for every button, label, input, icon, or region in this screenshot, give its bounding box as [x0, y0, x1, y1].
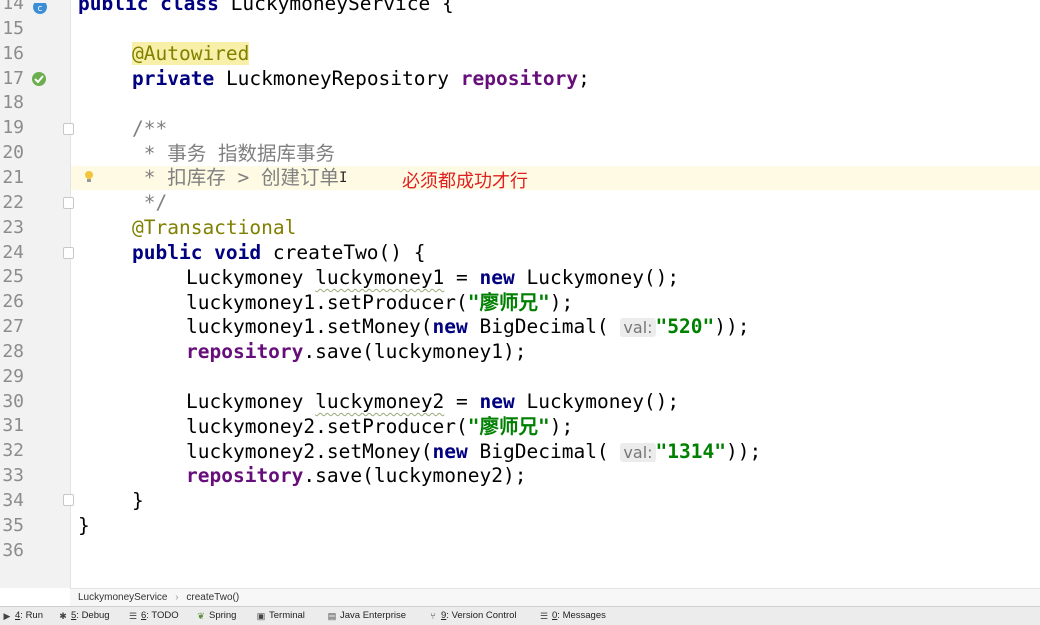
code-line-32: luckymoney2.setMoney(new BigDecimal( val…: [186, 440, 762, 463]
todo-tool-button[interactable]: ☰ 6: TODO: [128, 607, 179, 625]
breadcrumb: LuckymoneyService › createTwo(): [70, 588, 1040, 606]
code-line-22: */: [132, 191, 168, 214]
line-number: 30: [2, 390, 24, 412]
breadcrumb-method[interactable]: createTwo(): [186, 592, 239, 603]
messages-icon: ☰: [539, 611, 549, 621]
code-line-24: public void createTwo() {: [132, 241, 426, 264]
list-icon: ☰: [128, 611, 138, 621]
line-number: 27: [2, 316, 24, 338]
spring-tool-button[interactable]: ❦ Spring: [196, 607, 236, 625]
debug-tool-button[interactable]: ✱ 5: Debug: [58, 607, 109, 625]
spring-leaf-icon: ❦: [197, 611, 205, 621]
line-number: 18: [2, 92, 24, 114]
line-number: 35: [2, 514, 24, 536]
line-number: 19: [2, 117, 24, 139]
terminal-icon: ▣: [256, 611, 266, 621]
spring-bean-icon[interactable]: [30, 70, 48, 88]
code-line-14: public class LuckymoneyService {: [78, 0, 454, 15]
param-hint: val:: [620, 443, 656, 462]
line-number: 34: [2, 490, 24, 511]
line-number: 16: [2, 42, 24, 64]
java-enterprise-tool-button[interactable]: ▤ Java Enterprise: [327, 607, 406, 625]
enterprise-icon: ▤: [327, 611, 337, 621]
code-line-16: @Autowired: [132, 42, 250, 66]
run-tool-button[interactable]: ▶ 4: Run: [2, 607, 43, 625]
line-number: 21: [2, 166, 24, 188]
code-line-35: }: [78, 514, 90, 537]
line-number: 22: [2, 191, 24, 213]
code-line-34: }: [132, 489, 144, 512]
line-number: 32: [2, 440, 24, 462]
line-number: 36: [2, 539, 24, 561]
line-number: 24: [2, 241, 24, 263]
text-cursor: I: [338, 170, 348, 186]
code-line-21: * 扣库存 > 创建订单I: [132, 166, 348, 189]
code-line-28: repository.save(luckymoney1);: [186, 340, 527, 363]
svg-text:c: c: [38, 4, 43, 14]
class-icon: c: [32, 0, 48, 14]
code-line-30: Luckymoney luckymoney2 = new Luckymoney(…: [186, 390, 680, 413]
code-line-33: repository.save(luckymoney2);: [186, 464, 527, 487]
code-line-31: luckymoney2.setProducer("廖师兄");: [186, 415, 574, 438]
line-number: 33: [2, 465, 24, 487]
version-control-tool-button[interactable]: ⑂ 9: Version Control: [428, 607, 516, 625]
run-icon: ▶: [3, 611, 11, 621]
annotation-autowired: @Autowired: [132, 42, 250, 65]
branch-icon: ⑂: [430, 611, 436, 621]
line-number: 14: [2, 0, 24, 14]
line-number: 26: [2, 291, 24, 313]
line-number: 17: [2, 67, 24, 89]
line-number: 31: [2, 415, 24, 437]
code-line-25: Luckymoney luckymoney1 = new Luckymoney(…: [186, 266, 680, 289]
line-number: 23: [2, 216, 24, 238]
line-number: 28: [2, 340, 24, 362]
line-number: 20: [2, 142, 24, 164]
code-line-20: * 事务 指数据库事务: [132, 142, 335, 165]
messages-tool-button[interactable]: ☰ 0: Messages: [539, 607, 606, 625]
code-line-17: private LuckmoneyRepository repository;: [132, 67, 590, 90]
lightbulb-icon[interactable]: [84, 169, 94, 183]
breadcrumb-class[interactable]: LuckymoneyService: [78, 592, 167, 603]
fold-marker[interactable]: [63, 494, 74, 506]
code-line-26: luckymoney1.setProducer("廖师兄");: [186, 291, 574, 314]
terminal-tool-button[interactable]: ▣ Terminal: [256, 607, 305, 625]
code-line-19: /**: [132, 117, 168, 140]
breadcrumb-separator: ›: [175, 592, 179, 603]
line-number: 25: [2, 266, 24, 288]
annotation-transactional: @Transactional: [132, 216, 297, 239]
code-line-23: @Transactional: [132, 216, 296, 240]
bug-icon: ✱: [59, 611, 67, 621]
line-number: 29: [2, 365, 24, 387]
line-number: 15: [2, 17, 24, 39]
fold-marker[interactable]: [63, 123, 74, 135]
fold-marker[interactable]: [63, 197, 74, 209]
param-hint: val:: [620, 318, 656, 337]
fold-marker[interactable]: [63, 247, 74, 259]
annotation-note: 必须都成功才行: [402, 171, 528, 192]
tool-window-bar: ▶ 4: Run ✱ 5: Debug ☰ 6: TODO ❦ Spring ▣ Term…: [0, 606, 1040, 625]
code-line-27: luckymoney1.setMoney(new BigDecimal( val…: [186, 315, 750, 338]
